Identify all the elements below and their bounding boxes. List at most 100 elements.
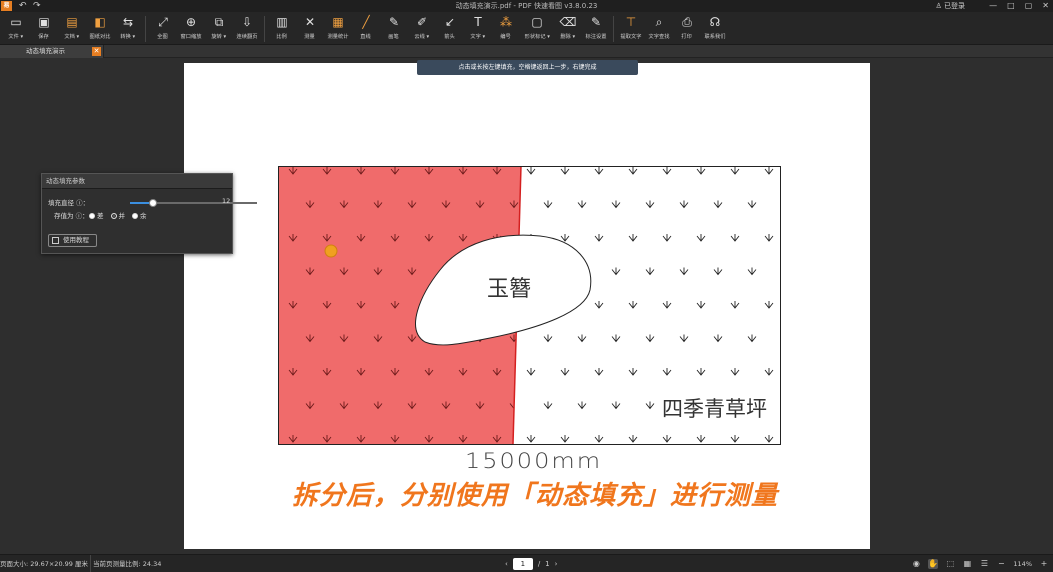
file-button[interactable]: ▭ 文件 ▾ xyxy=(2,12,30,45)
find-text-button[interactable]: ⌕ 文字查找 xyxy=(645,12,673,45)
measure-stats-button[interactable]: ▦ 测量统计 xyxy=(324,12,352,45)
eye-icon[interactable]: ◉ xyxy=(911,559,921,569)
radius-slider-knob[interactable] xyxy=(148,199,157,207)
rotate-icon: ⧉ xyxy=(214,15,224,29)
maximize-button[interactable]: ▢ xyxy=(1025,0,1033,12)
arrow-label: 箭头 xyxy=(444,34,456,40)
extract-text-icon: ⊤ xyxy=(625,15,637,29)
print-icon: ⎙ xyxy=(682,15,692,29)
radio-checked-icon xyxy=(110,213,117,219)
doc-button[interactable]: ▤ 文档 ▾ xyxy=(58,12,86,45)
close-tab-icon[interactable]: ✕ xyxy=(92,47,101,56)
window-controls: — □ ▢ ✕ xyxy=(989,0,1049,12)
page-separator: / xyxy=(537,560,541,568)
list-view-icon[interactable]: ☰ xyxy=(979,559,989,569)
radius-value: 12 xyxy=(222,197,231,205)
annot-settings-button[interactable]: ✎ 标注设置 xyxy=(582,12,610,45)
ruler-icon: ▥ xyxy=(276,15,288,29)
save-label: 保存 xyxy=(38,34,50,40)
measure-button[interactable]: ✕ 测量 xyxy=(296,12,324,45)
pen-icon: ✎ xyxy=(388,15,400,29)
convert-icon: ⇆ xyxy=(122,15,134,29)
tutorial-button[interactable]: 使用教程 xyxy=(48,234,97,247)
grass-label: 四季青草坪 xyxy=(660,393,769,423)
mode-radio-group: 差 并 余 xyxy=(89,210,147,220)
fullscreen-icon: ⤢ xyxy=(158,15,168,29)
print-button[interactable]: ⎙ 打印 xyxy=(673,12,701,45)
erase-button[interactable]: ⌫ 删除 ▾ xyxy=(554,12,582,45)
mode-option-rest[interactable]: 余 xyxy=(132,210,147,220)
number-label: 编号 xyxy=(500,34,512,40)
convert-button[interactable]: ⇆ 转换 ▾ xyxy=(114,12,142,45)
grid-view-icon[interactable]: ▦ xyxy=(962,559,972,569)
select-tool-icon[interactable]: ⬚ xyxy=(945,559,955,569)
status-bar: 页面大小: 29.67×20.99 厘米 当前页测量比例: 24.34 ‹ 1 … xyxy=(0,554,1053,572)
scale-label: 比例 xyxy=(276,34,288,40)
zoom-in-icon[interactable]: + xyxy=(1039,559,1049,569)
tutorial-icon xyxy=(52,237,59,244)
close-window-button[interactable]: ✕ xyxy=(1042,0,1049,12)
radius-label: 填充直径 ⓘ： xyxy=(48,199,90,207)
rotate-button[interactable]: ⧉ 旋转 ▾ xyxy=(205,12,233,45)
continuous-button[interactable]: ⇩ 连续翻页 xyxy=(233,12,261,45)
save-icon: ▣ xyxy=(38,15,50,29)
page-total: 1 xyxy=(545,560,550,568)
dimension-label: 15000mm xyxy=(465,448,603,474)
save-button[interactable]: ▣ 保存 xyxy=(30,12,58,45)
contact-button[interactable]: ☊ 联系我们 xyxy=(701,12,729,45)
page-flip-icon: ⇩ xyxy=(241,15,253,29)
zoom-window-button[interactable]: ⊕ 窗口缩放 xyxy=(177,12,205,45)
prev-page-icon[interactable]: ‹ xyxy=(505,560,508,568)
measure-label: 测量 xyxy=(304,34,316,40)
measure-icon: ✕ xyxy=(304,15,316,29)
panel-title[interactable]: 动态填充参数 xyxy=(42,174,232,189)
toolbar-separator xyxy=(613,16,614,42)
app-window: 易 ↶ ↷ 动态填充演示.pdf - PDF 快速看图 v3.8.0.23 ♙ … xyxy=(0,0,1053,572)
zoom-level[interactable]: 114% xyxy=(1013,555,1032,572)
numbering-icon: ⁂ xyxy=(500,15,512,29)
mode-option-diff[interactable]: 差 xyxy=(89,210,104,220)
pager: ‹ 1 / 1 › xyxy=(505,558,557,570)
arrow-button[interactable]: ↙ 箭头 xyxy=(436,12,464,45)
user-status[interactable]: ♙ 已登录 xyxy=(935,0,965,12)
zoom-out-icon[interactable]: − xyxy=(996,559,1006,569)
page-input[interactable]: 1 xyxy=(512,558,533,570)
extract-text-button[interactable]: ⊤ 提取文字 xyxy=(617,12,645,45)
mode-option-union[interactable]: 并 xyxy=(110,210,125,220)
text-button[interactable]: T 文字 ▾ xyxy=(464,12,492,45)
document-tab[interactable]: 动态填充演示 ✕ xyxy=(0,45,104,58)
shape-button[interactable]: ▢ 形状标记 ▾ xyxy=(520,12,554,45)
minimize-button[interactable]: — xyxy=(989,0,997,12)
convert-label: 转换 ▾ xyxy=(120,34,136,40)
restore-button[interactable]: □ xyxy=(1007,0,1015,12)
document-tab-strip: 动态填充演示 ✕ xyxy=(0,45,1053,58)
window-title: 动态填充演示.pdf - PDF 快速看图 v3.8.0.23 xyxy=(455,2,598,10)
page-size: 页面大小: 29.67×20.99 厘米 xyxy=(0,560,88,568)
highlighter-icon: ✐ xyxy=(416,15,428,29)
user-label: 已登录 xyxy=(944,2,965,10)
print-label: 打印 xyxy=(681,34,693,40)
fill-params-panel[interactable]: 动态填充参数 填充直径 ⓘ： 12 存值为 ⓘ： 差 并 余 使用教程 xyxy=(41,173,257,254)
measure-ratio[interactable]: 当前页测量比例: 24.34 xyxy=(90,555,161,572)
next-page-icon[interactable]: › xyxy=(555,560,558,568)
toolbar-separator xyxy=(264,16,265,42)
document-icon: ▤ xyxy=(66,15,78,29)
number-button[interactable]: ⁂ 编号 xyxy=(492,12,520,45)
text-icon: T xyxy=(474,15,482,29)
toolbar-separator xyxy=(145,16,146,42)
highlight-button[interactable]: ✐ 云线 ▾ xyxy=(408,12,436,45)
scale-button[interactable]: ▥ 比例 xyxy=(268,12,296,45)
radius-slider[interactable] xyxy=(130,199,257,207)
annot-settings-label: 标注设置 xyxy=(585,34,607,40)
zoom-icon: ⊕ xyxy=(185,15,197,29)
fullview-button[interactable]: ⤢ 全图 xyxy=(149,12,177,45)
view-controls: ◉ ✋ ⬚ ▦ ☰ − 114% + xyxy=(911,555,1049,572)
compare-button[interactable]: ◧ 图纸对比 xyxy=(86,12,114,45)
line-button[interactable]: ╱ 直线 xyxy=(352,12,380,45)
hand-tool-icon[interactable]: ✋ xyxy=(928,559,939,569)
continuous-label: 连续翻页 xyxy=(236,34,258,40)
text-label: 文字 ▾ xyxy=(470,34,486,40)
fullview-label: 全图 xyxy=(157,34,169,40)
pen-button[interactable]: ✎ 画笔 xyxy=(380,12,408,45)
radio-icon xyxy=(89,213,95,219)
